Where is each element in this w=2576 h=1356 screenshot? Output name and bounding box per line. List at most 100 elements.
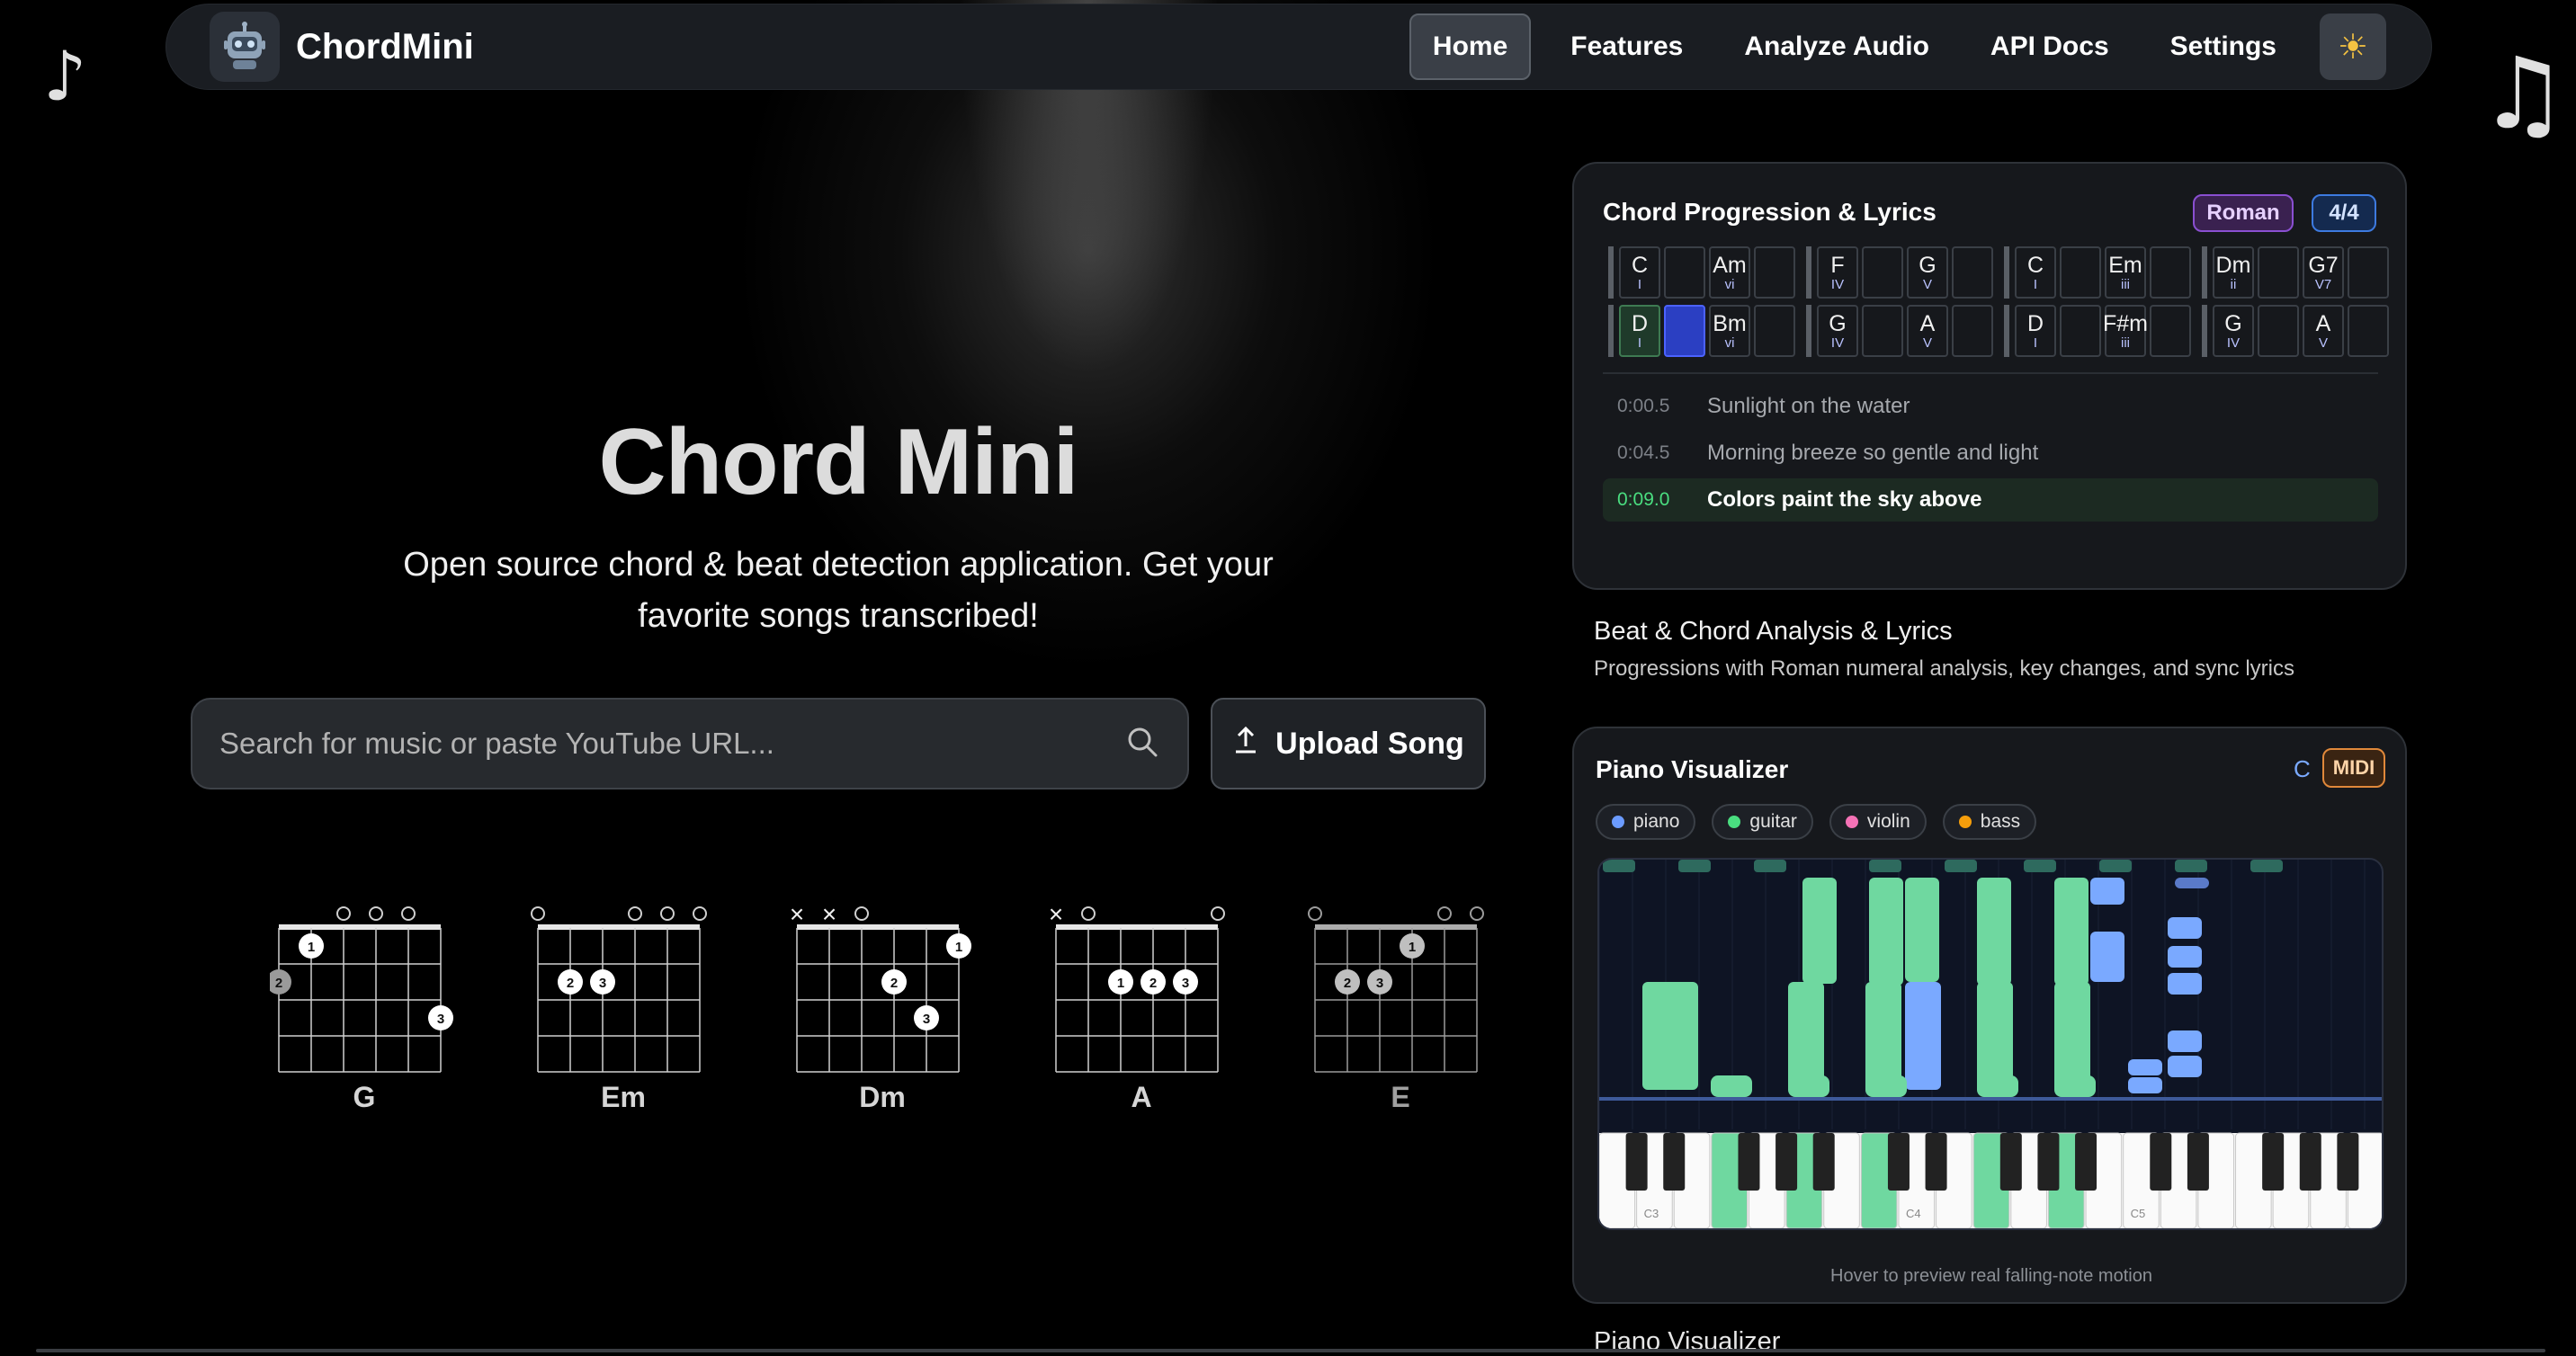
- chord-cell[interactable]: [2348, 246, 2389, 299]
- roman-badge[interactable]: Roman: [2193, 194, 2294, 232]
- chord-cell[interactable]: Am vi: [1709, 246, 1750, 299]
- chord-cell[interactable]: [1952, 305, 1993, 357]
- chord-cell[interactable]: [1862, 246, 1903, 299]
- chord-cell[interactable]: [1952, 246, 1993, 299]
- chord-cell[interactable]: CI: [2015, 246, 2056, 299]
- nav-api-docs[interactable]: API Docs: [1969, 15, 2131, 78]
- black-key: [2337, 1133, 2359, 1191]
- sun-icon: ☀: [2337, 28, 2369, 67]
- falling-note: [1977, 878, 2011, 986]
- roman-numeral: vi: [1724, 276, 1735, 292]
- chord-cell[interactable]: DI: [1619, 305, 1660, 357]
- instrument-chip-piano[interactable]: piano: [1596, 804, 1696, 840]
- chord-cell[interactable]: [1754, 305, 1795, 357]
- note-cap: [2024, 860, 2056, 872]
- nav-features[interactable]: Features: [1549, 15, 1704, 78]
- chord-cell[interactable]: DI: [2015, 305, 2056, 357]
- chord-cell[interactable]: [2150, 305, 2191, 357]
- instrument-chip-guitar[interactable]: guitar: [1712, 804, 1813, 840]
- chord-cell[interactable]: [2150, 246, 2191, 299]
- chord-name: E: [1391, 1081, 1410, 1113]
- chord-diagram-g[interactable]: 2 1 3 G: [270, 897, 459, 1122]
- search-icon[interactable]: [1124, 724, 1160, 764]
- upload-song-button[interactable]: Upload Song: [1211, 698, 1486, 790]
- chord-cell[interactable]: CI: [1619, 246, 1660, 299]
- roman-numeral: IV: [1830, 335, 1845, 351]
- scroll-indicator: [36, 1349, 2545, 1352]
- chord-cell[interactable]: [1664, 305, 1705, 357]
- chord-symbol: Dm: [2215, 252, 2251, 278]
- robot-logo-icon[interactable]: [210, 12, 280, 82]
- chord-cell[interactable]: GV: [1907, 246, 1948, 299]
- chord-cell[interactable]: G IV: [1817, 305, 1858, 357]
- hero-subtitle-line2: favorite songs transcribed!: [638, 597, 1039, 635]
- roman-numeral: V: [1922, 276, 1932, 292]
- chord-cell[interactable]: AV: [1907, 305, 1948, 357]
- chord-cell[interactable]: F IV: [1817, 246, 1858, 299]
- instrument-chip-bass[interactable]: bass: [1942, 804, 2037, 840]
- theme-toggle-button[interactable]: ☀: [2320, 13, 2386, 80]
- lyric-line-active[interactable]: 0:09.0 Colors paint the sky above: [1603, 478, 2378, 522]
- open-string-marker: [1081, 906, 1096, 921]
- chord-symbol: A: [1919, 310, 1936, 336]
- chord-cell[interactable]: [1664, 246, 1705, 299]
- brand-name[interactable]: ChordMini: [296, 27, 474, 67]
- falling-note: [1802, 878, 1837, 984]
- chord-nut: [279, 924, 441, 930]
- finger-number: 2: [567, 976, 574, 991]
- lyric-line[interactable]: 0:00.5 Sunlight on the water: [1603, 385, 2378, 428]
- chord-cell[interactable]: AV: [2303, 305, 2344, 357]
- measure: D I Bm vi: [1608, 305, 1799, 357]
- chord-cell[interactable]: G7 V7: [2303, 246, 2344, 299]
- piano-hint: Hover to preview real falling-note motio…: [1830, 1266, 2152, 1286]
- note-cap: [1945, 860, 1977, 872]
- open-string-marker: [336, 906, 351, 921]
- nav-home[interactable]: Home: [1409, 13, 1532, 80]
- chord-cell[interactable]: G IV: [2213, 305, 2254, 357]
- chord-cell[interactable]: Em iii: [2105, 246, 2146, 299]
- falling-note: [1905, 982, 1941, 1090]
- roman-numeral: V: [2318, 335, 2328, 351]
- falling-notes-canvas: C3 C4 C5: [1599, 860, 2382, 1228]
- lyric-time: 0:00.5: [1617, 396, 1670, 416]
- finger-number: 3: [1376, 976, 1383, 991]
- chord-diagram-em[interactable]: 23 Em: [529, 897, 718, 1122]
- music-notes-icon: ♫: [2479, 36, 2568, 151]
- chord-diagram-dm[interactable]: × × 2 3 1 Dm: [788, 897, 977, 1122]
- chord-cell[interactable]: Bm vi: [1709, 305, 1750, 357]
- chord-diagram-a[interactable]: × 1 2 3 A: [1047, 897, 1236, 1122]
- chord-cell[interactable]: [2060, 246, 2101, 299]
- falling-note: [2128, 1059, 2162, 1075]
- nav-settings[interactable]: Settings: [2149, 15, 2298, 78]
- note-cap: [2099, 860, 2132, 872]
- chord-cell[interactable]: F#m iii: [2103, 305, 2148, 357]
- time-signature-badge[interactable]: 4/4: [2312, 194, 2376, 232]
- open-string-marker: [693, 906, 707, 921]
- chord-symbol: Bm: [1713, 310, 1747, 336]
- nav-analyze-audio[interactable]: Analyze Audio: [1722, 15, 1951, 78]
- chord-cell[interactable]: Dm ii: [2213, 246, 2254, 299]
- chord-cell[interactable]: [1862, 305, 1903, 357]
- lyric-line[interactable]: 0:04.5 Morning breeze so gentle and ligh…: [1603, 432, 2378, 475]
- chord-cell[interactable]: [2060, 305, 2101, 357]
- falling-note: [2128, 1077, 2162, 1093]
- chord-cell[interactable]: [1754, 246, 1795, 299]
- finger-number: 3: [923, 1012, 930, 1027]
- muted-string-marker: ×: [790, 900, 804, 928]
- muted-string-marker: ×: [822, 900, 836, 928]
- falling-note: [1642, 982, 1698, 1090]
- lyric-time: 0:09.0: [1617, 489, 1670, 510]
- card-title: Piano Visualizer: [1596, 755, 1789, 783]
- open-string-marker: [531, 906, 545, 921]
- chord-diagram-e[interactable]: 2 3 1 E: [1306, 897, 1495, 1122]
- midi-badge[interactable]: MIDI: [2322, 748, 2385, 788]
- chord-cell[interactable]: [2258, 305, 2299, 357]
- chord-fretboard: 2 3 1: [1308, 906, 1484, 1073]
- search-input[interactable]: [219, 727, 1124, 761]
- chord-nut: [538, 924, 700, 930]
- piano-roll[interactable]: C3 C4 C5: [1597, 858, 2384, 1230]
- open-string-marker: [660, 906, 675, 921]
- instrument-chip-violin[interactable]: violin: [1829, 804, 1927, 840]
- chord-cell[interactable]: [2258, 246, 2299, 299]
- chord-cell[interactable]: [2348, 305, 2389, 357]
